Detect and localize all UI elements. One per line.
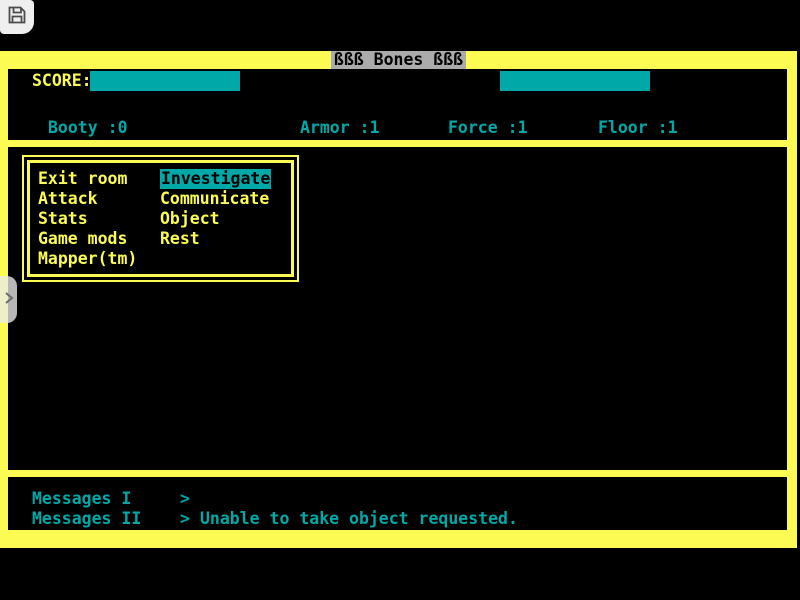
- stat-booty: Booty :0: [48, 118, 128, 138]
- stat-booty-value: :0: [108, 118, 128, 138]
- status-main-divider: [0, 140, 797, 147]
- menu-item-investigate[interactable]: Investigate: [160, 169, 271, 189]
- stat-armor-label: Armor: [300, 118, 350, 138]
- score-bar: 0: [90, 71, 240, 91]
- stat-floor-value: :1: [658, 118, 678, 138]
- messages-1-label: Messages I: [32, 489, 131, 509]
- screen-root: ßßß Bones ßßß SCORE: 0 Life Force :100 B…: [0, 0, 800, 600]
- frame-border-bottom: [0, 530, 797, 548]
- stat-force: Force :1: [448, 118, 528, 138]
- menu-item-mapper[interactable]: Mapper(tm): [38, 249, 137, 269]
- stat-force-label: Force: [448, 118, 498, 138]
- messages-2-prompt: >: [180, 509, 190, 529]
- save-button[interactable]: [0, 0, 34, 34]
- stat-booty-label: Booty: [48, 118, 98, 138]
- stat-armor-value: :1: [360, 118, 380, 138]
- command-menu-inner-border: Exit room Attack Stats Game mods Mapper(…: [27, 160, 294, 277]
- menu-item-attack[interactable]: Attack: [38, 189, 98, 209]
- chevron-right-icon: [4, 290, 14, 309]
- score-value: 0: [222, 91, 232, 110]
- menu-item-communicate[interactable]: Communicate: [160, 189, 269, 209]
- menu-item-game-mods[interactable]: Game mods: [38, 229, 127, 249]
- floppy-disk-icon: [7, 5, 27, 29]
- command-menu-left-column: Exit room Attack Stats Game mods Mapper(…: [38, 169, 137, 269]
- stat-armor: Armor :1: [300, 118, 380, 138]
- command-menu: Exit room Attack Stats Game mods Mapper(…: [22, 155, 299, 282]
- frame-border-right: [787, 69, 797, 530]
- life-force-bar: Life Force :100: [500, 71, 650, 91]
- stat-force-value: :1: [508, 118, 528, 138]
- menu-item-object[interactable]: Object: [160, 209, 220, 229]
- messages-2-label: Messages II: [32, 509, 141, 529]
- score-label: SCORE:: [32, 71, 92, 91]
- messages-2-text: Unable to take object requested.: [200, 509, 518, 529]
- messages-1-prompt: >: [180, 489, 190, 509]
- game-title-bar: ßßß Bones ßßß: [0, 51, 797, 69]
- menu-item-exit-room[interactable]: Exit room: [38, 169, 127, 189]
- sidebar-toggle-handle[interactable]: [0, 276, 17, 323]
- command-menu-right-column: Investigate Communicate Object Rest: [160, 169, 271, 249]
- stat-floor: Floor :1: [598, 118, 678, 138]
- stat-floor-label: Floor: [598, 118, 648, 138]
- main-messages-divider: [0, 470, 797, 477]
- menu-item-stats[interactable]: Stats: [38, 209, 88, 229]
- menu-item-rest[interactable]: Rest: [160, 229, 200, 249]
- life-force-value: Life Force :100: [540, 91, 689, 110]
- game-title: ßßß Bones ßßß: [331, 51, 466, 69]
